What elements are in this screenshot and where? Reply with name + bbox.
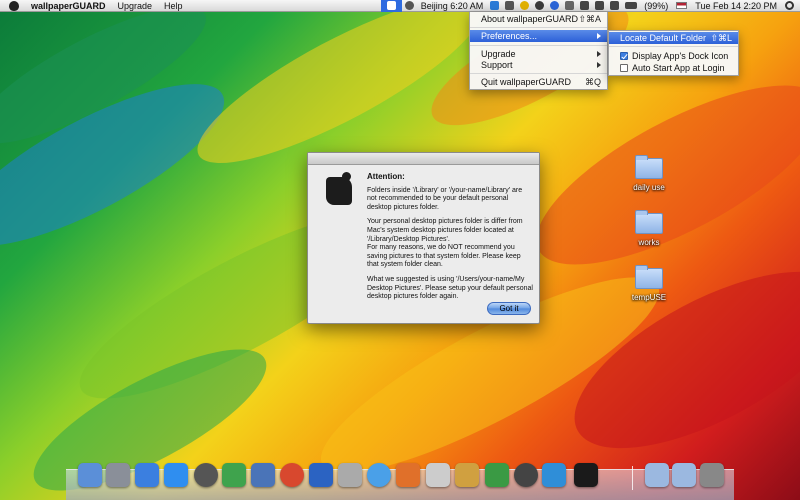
puzzle-icon (386, 1, 396, 10)
apple-menu-icon[interactable] (9, 0, 19, 11)
wifi-icon[interactable] (595, 1, 605, 10)
preferences-submenu: Locate Default Folder ⇧⌘L Display App's … (608, 30, 739, 76)
menu-item-about-shortcut: ⇧⌘A (578, 14, 601, 24)
menu-item-support[interactable]: Support (470, 59, 607, 71)
world-clock-label[interactable]: Beijing 6:20 AM (421, 1, 484, 11)
dashboard-icon[interactable] (194, 463, 218, 487)
folder-label: daily use (633, 183, 665, 192)
menu-bar: wallpaperGUARD Upgrade Help Beijing 6:20… (0, 0, 800, 12)
wallpaperguard-menu: About wallpaperGUARD ⇧⌘A Preferences... … (469, 12, 608, 90)
app-menu-wallpaperguard[interactable]: wallpaperGUARD (31, 1, 106, 11)
itunes-icon[interactable] (135, 463, 159, 487)
battery-icon[interactable] (625, 2, 638, 9)
clock-status-icon[interactable] (565, 1, 575, 10)
eject-status-icon[interactable] (535, 1, 545, 10)
feed-status-icon[interactable] (490, 1, 500, 10)
desktop-folder-tempuse[interactable]: tempUSE (619, 265, 679, 302)
finder-icon[interactable] (78, 463, 102, 487)
firefox-icon[interactable] (396, 463, 420, 487)
wallpaperguard-icon[interactable] (574, 463, 598, 487)
numbers-icon[interactable] (485, 463, 509, 487)
folder-label: works (638, 238, 660, 247)
us-flag-input-icon[interactable] (676, 2, 688, 9)
menu-separator (609, 46, 738, 47)
messenger-icon[interactable] (222, 463, 246, 487)
menu-item-quit-label: Quit wallpaperGUARD (481, 77, 572, 87)
textedit-icon[interactable] (426, 463, 450, 487)
submenu-item-autostart-label: Auto Start App at Login (632, 63, 725, 73)
menu-item-quit-shortcut: ⌘Q (584, 77, 601, 87)
puzzle-piece-app-icon (326, 172, 352, 205)
chrome-icon[interactable] (280, 463, 304, 487)
timemachine-icon[interactable] (514, 463, 538, 487)
menu-help[interactable]: Help (164, 1, 183, 11)
submenu-arrow-icon (597, 33, 601, 39)
folder-icon (635, 265, 663, 289)
folder-icon (635, 210, 663, 234)
downloads-folder-icon[interactable] (672, 463, 696, 487)
menu-item-support-label: Support (481, 60, 513, 70)
sync-status-icon[interactable] (520, 1, 530, 10)
network-icon[interactable] (309, 463, 333, 487)
menu-item-quit[interactable]: Quit wallpaperGUARD ⌘Q (470, 76, 607, 88)
attention-dialog: Attention: Folders inside '/Library' or … (307, 152, 540, 324)
menubar-clock[interactable]: Tue Feb 14 2:20 PM (695, 1, 777, 11)
menu-separator (470, 27, 607, 28)
menu-item-about[interactable]: About wallpaperGUARD ⇧⌘A (470, 13, 607, 25)
battery-percent[interactable]: (99%) (644, 1, 668, 11)
menu-separator (470, 45, 607, 46)
submenu-arrow-icon (597, 51, 601, 57)
submenu-item-locate-default-folder[interactable]: Locate Default Folder ⇧⌘L (609, 32, 738, 44)
world-clock-icon[interactable] (404, 1, 414, 10)
status-area: Beijing 6:20 AM (99%) Tue Feb 14 2:20 PM (380, 0, 800, 12)
dropbox-status-icon[interactable] (550, 1, 560, 10)
feed-icon[interactable] (542, 463, 566, 487)
folder-label: tempUSE (631, 293, 667, 302)
dialog-message: Attention: Folders inside '/Library' or … (367, 172, 533, 308)
folder-icon (635, 155, 663, 179)
trash-icon[interactable] (700, 463, 724, 487)
menu-upgrade[interactable]: Upgrade (118, 1, 153, 11)
dialog-paragraph-2: Your personal desktop pictures folder is… (367, 218, 523, 269)
preview-icon[interactable] (251, 463, 275, 487)
submenu-item-locate-shortcut: ⇧⌘L (710, 33, 732, 43)
app-store-icon[interactable] (164, 463, 188, 487)
script-status-icon[interactable] (505, 1, 515, 10)
launchpad-icon[interactable] (106, 463, 130, 487)
menu-item-preferences[interactable]: Preferences... (470, 30, 607, 42)
screenshot-icon[interactable] (338, 463, 362, 487)
dock-divider (632, 466, 633, 490)
checkbox-checked-icon[interactable] (620, 52, 628, 60)
dialog-paragraph-3: What we suggested is using '/Users/your-… (367, 275, 533, 301)
dialog-paragraph-1: Folders inside '/Library' or '/your-name… (367, 186, 523, 211)
pages-icon[interactable] (455, 463, 479, 487)
wallpaperguard-status-item[interactable] (380, 0, 402, 12)
menu-separator (470, 73, 607, 74)
spotlight-icon[interactable] (785, 1, 794, 10)
menu-item-about-label: About wallpaperGUARD (481, 14, 579, 24)
dialog-heading: Attention: (367, 172, 405, 181)
submenu-item-locate-label: Locate Default Folder (620, 33, 707, 43)
submenu-item-dock-label: Display App's Dock Icon (632, 51, 729, 61)
got-it-button[interactable]: Got it (487, 302, 531, 315)
menu-item-preferences-label: Preferences... (481, 31, 538, 41)
safari-icon[interactable] (367, 463, 391, 487)
dialog-titlebar[interactable] (308, 153, 539, 165)
submenu-item-display-dock-icon[interactable]: Display App's Dock Icon (609, 50, 738, 62)
bluetooth-icon[interactable] (580, 1, 590, 10)
desktop-folder-daily-use[interactable]: daily use (619, 155, 679, 192)
desktop-folder-works[interactable]: works (619, 210, 679, 247)
volume-icon[interactable] (610, 1, 620, 10)
checkbox-unchecked-icon[interactable] (620, 64, 628, 72)
submenu-item-auto-start[interactable]: Auto Start App at Login (609, 62, 738, 74)
applications-folder-icon[interactable] (645, 463, 669, 487)
submenu-arrow-icon (597, 62, 601, 68)
